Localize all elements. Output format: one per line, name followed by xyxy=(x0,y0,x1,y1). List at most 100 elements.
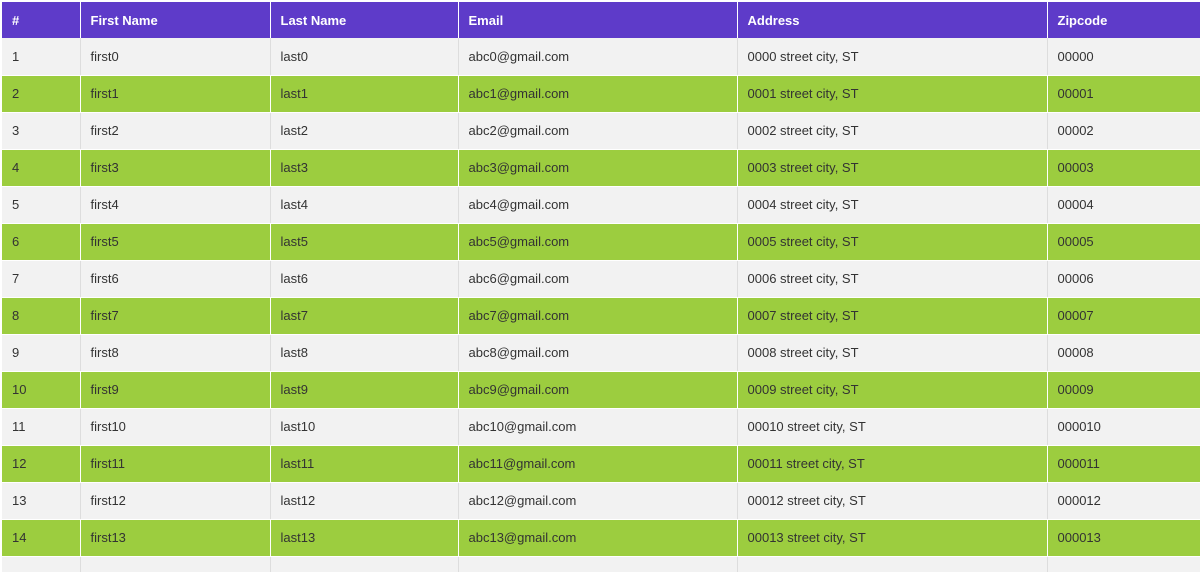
cell-address: 00013 street city, ST xyxy=(737,519,1048,557)
column-header-address: Address xyxy=(737,2,1048,38)
table-row: 5 first4 last4 abc4@gmail.com 0004 stree… xyxy=(2,186,1200,224)
cell-zipcode: 00000 xyxy=(1047,38,1200,76)
cell-number: 1 xyxy=(2,38,81,76)
table-row: 11 first10 last10 abc10@gmail.com 00010 … xyxy=(2,408,1200,446)
cell-last-name: last8 xyxy=(270,334,459,372)
cell-email: abc1@gmail.com xyxy=(458,75,738,113)
cell-number: 12 xyxy=(2,445,81,483)
cell-first-name: first0 xyxy=(80,38,271,76)
cell-zipcode: 000011 xyxy=(1047,445,1200,483)
data-table: # First Name Last Name Email Address Zip… xyxy=(2,2,1200,572)
cell-number: 11 xyxy=(2,408,81,446)
column-header-last-name: Last Name xyxy=(270,2,459,38)
cell-address: 0000 street city, ST xyxy=(737,38,1048,76)
cell-address: 0007 street city, ST xyxy=(737,297,1048,335)
table-row: 6 first5 last5 abc5@gmail.com 0005 stree… xyxy=(2,223,1200,261)
table-row-partial xyxy=(2,556,1200,572)
cell-last-name: last13 xyxy=(270,519,459,557)
table-body: 1 first0 last0 abc0@gmail.com 0000 stree… xyxy=(2,38,1200,572)
table-row: 8 first7 last7 abc7@gmail.com 0007 stree… xyxy=(2,297,1200,335)
cell-zipcode: 000013 xyxy=(1047,519,1200,557)
cell-first-name: first8 xyxy=(80,334,271,372)
column-header-zipcode: Zipcode xyxy=(1047,2,1200,38)
cell-address: 0001 street city, ST xyxy=(737,75,1048,113)
cell-last-name: last1 xyxy=(270,75,459,113)
cell-address: 0004 street city, ST xyxy=(737,186,1048,224)
cell-zipcode: 000010 xyxy=(1047,408,1200,446)
cell-last-name: last4 xyxy=(270,186,459,224)
cell-zipcode: 00001 xyxy=(1047,75,1200,113)
cell-zipcode: 000012 xyxy=(1047,482,1200,520)
cell-zipcode: 00003 xyxy=(1047,149,1200,187)
data-table-container: # First Name Last Name Email Address Zip… xyxy=(2,2,1200,572)
cell-number: 5 xyxy=(2,186,81,224)
table-header-row: # First Name Last Name Email Address Zip… xyxy=(2,2,1200,38)
table-row: 7 first6 last6 abc6@gmail.com 0006 stree… xyxy=(2,260,1200,298)
cell-number: 10 xyxy=(2,371,81,409)
cell-last-name: last11 xyxy=(270,445,459,483)
table-row: 3 first2 last2 abc2@gmail.com 0002 stree… xyxy=(2,112,1200,150)
cell-number: 4 xyxy=(2,149,81,187)
cell-empty xyxy=(458,556,738,572)
table-row: 14 first13 last13 abc13@gmail.com 00013 … xyxy=(2,519,1200,557)
cell-first-name: first9 xyxy=(80,371,271,409)
cell-number: 8 xyxy=(2,297,81,335)
cell-zipcode: 00006 xyxy=(1047,260,1200,298)
cell-last-name: last10 xyxy=(270,408,459,446)
cell-last-name: last7 xyxy=(270,297,459,335)
cell-email: abc3@gmail.com xyxy=(458,149,738,187)
cell-address: 0009 street city, ST xyxy=(737,371,1048,409)
cell-empty xyxy=(1047,556,1200,572)
cell-address: 0008 street city, ST xyxy=(737,334,1048,372)
cell-zipcode: 00007 xyxy=(1047,297,1200,335)
cell-number: 9 xyxy=(2,334,81,372)
table-header: # First Name Last Name Email Address Zip… xyxy=(2,2,1200,38)
cell-first-name: first1 xyxy=(80,75,271,113)
cell-empty xyxy=(2,556,81,572)
cell-zipcode: 00009 xyxy=(1047,371,1200,409)
table-row: 12 first11 last11 abc11@gmail.com 00011 … xyxy=(2,445,1200,483)
cell-zipcode: 00005 xyxy=(1047,223,1200,261)
cell-address: 0006 street city, ST xyxy=(737,260,1048,298)
cell-first-name: first4 xyxy=(80,186,271,224)
cell-email: abc2@gmail.com xyxy=(458,112,738,150)
cell-email: abc0@gmail.com xyxy=(458,38,738,76)
cell-empty xyxy=(270,556,459,572)
cell-address: 0003 street city, ST xyxy=(737,149,1048,187)
cell-email: abc10@gmail.com xyxy=(458,408,738,446)
column-header-number: # xyxy=(2,2,81,38)
table-row: 4 first3 last3 abc3@gmail.com 0003 stree… xyxy=(2,149,1200,187)
cell-email: abc8@gmail.com xyxy=(458,334,738,372)
cell-last-name: last12 xyxy=(270,482,459,520)
cell-address: 00012 street city, ST xyxy=(737,482,1048,520)
cell-last-name: last5 xyxy=(270,223,459,261)
cell-address: 0005 street city, ST xyxy=(737,223,1048,261)
table-row: 10 first9 last9 abc9@gmail.com 0009 stre… xyxy=(2,371,1200,409)
cell-first-name: first11 xyxy=(80,445,271,483)
cell-address: 0002 street city, ST xyxy=(737,112,1048,150)
table-row: 1 first0 last0 abc0@gmail.com 0000 stree… xyxy=(2,38,1200,76)
cell-first-name: first5 xyxy=(80,223,271,261)
cell-last-name: last3 xyxy=(270,149,459,187)
cell-email: abc13@gmail.com xyxy=(458,519,738,557)
cell-address: 00011 street city, ST xyxy=(737,445,1048,483)
cell-zipcode: 00008 xyxy=(1047,334,1200,372)
cell-empty xyxy=(80,556,271,572)
cell-number: 13 xyxy=(2,482,81,520)
cell-number: 14 xyxy=(2,519,81,557)
cell-email: abc6@gmail.com xyxy=(458,260,738,298)
cell-last-name: last9 xyxy=(270,371,459,409)
cell-first-name: first13 xyxy=(80,519,271,557)
cell-last-name: last2 xyxy=(270,112,459,150)
cell-email: abc11@gmail.com xyxy=(458,445,738,483)
cell-first-name: first12 xyxy=(80,482,271,520)
table-row: 2 first1 last1 abc1@gmail.com 0001 stree… xyxy=(2,75,1200,113)
cell-email: abc9@gmail.com xyxy=(458,371,738,409)
cell-email: abc12@gmail.com xyxy=(458,482,738,520)
cell-number: 6 xyxy=(2,223,81,261)
cell-zipcode: 00002 xyxy=(1047,112,1200,150)
column-header-first-name: First Name xyxy=(80,2,271,38)
cell-first-name: first3 xyxy=(80,149,271,187)
cell-last-name: last0 xyxy=(270,38,459,76)
column-header-email: Email xyxy=(458,2,738,38)
